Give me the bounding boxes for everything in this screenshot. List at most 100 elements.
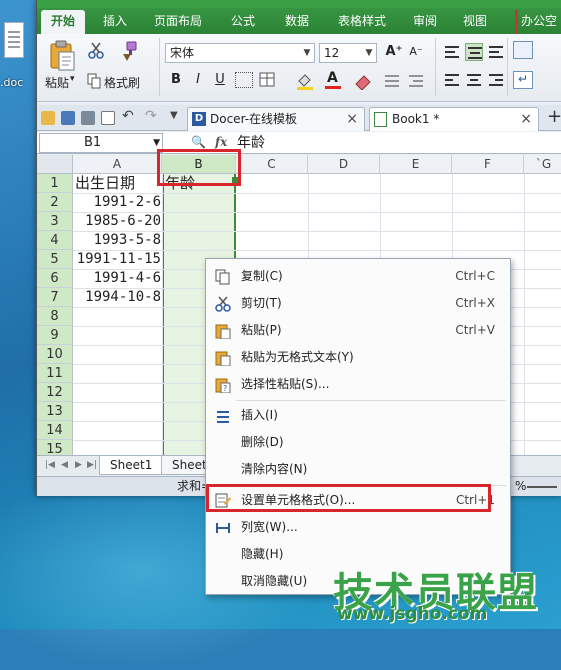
align-middle-icon[interactable] <box>465 43 483 61</box>
cell-a6[interactable]: 1991-4-6 <box>73 269 161 288</box>
border-icon[interactable] <box>235 72 253 88</box>
select-all-corner[interactable] <box>37 155 73 174</box>
menu-item-column-width[interactable]: 列宽(W)... <box>207 514 509 541</box>
undo-icon[interactable]: ↶ <box>122 108 134 124</box>
row-header-2[interactable]: 2 <box>37 193 73 212</box>
next-sheet-icon[interactable]: ▶ <box>75 460 82 470</box>
format-painter-button[interactable]: 格式刷 <box>104 74 140 91</box>
cell-a2[interactable]: 1991-2-6 <box>73 193 161 212</box>
column-header-g[interactable]: `G <box>524 155 561 174</box>
print-icon[interactable] <box>81 111 95 125</box>
menu-item-paste[interactable]: 粘贴(P) Ctrl+V <box>207 317 509 344</box>
column-header-a[interactable]: A <box>73 155 162 174</box>
merge-cells-icon[interactable] <box>513 41 533 59</box>
tab-data[interactable]: 数据 <box>275 10 319 34</box>
row-header-12[interactable]: 12 <box>37 383 73 402</box>
menu-item-copy[interactable]: 复制(C) Ctrl+C <box>207 263 509 290</box>
clear-format-icon[interactable] <box>353 72 375 91</box>
tab-page-layout[interactable]: 页面布局 <box>145 10 211 34</box>
redo-icon[interactable]: ↷ <box>145 108 157 124</box>
align-left-icon[interactable] <box>443 71 461 89</box>
menu-item-delete[interactable]: 删除(D) <box>207 429 509 456</box>
name-box[interactable]: B1 ▼ <box>39 133 163 153</box>
column-header-c[interactable]: C <box>236 155 308 174</box>
align-right-icon[interactable] <box>487 71 505 89</box>
save-icon[interactable] <box>61 111 75 125</box>
bold-button[interactable]: B <box>167 71 185 89</box>
close-icon[interactable]: × <box>520 108 532 130</box>
italic-button[interactable]: I <box>189 71 207 89</box>
fill-color-icon[interactable] <box>295 72 315 90</box>
open-folder-icon[interactable] <box>41 111 55 125</box>
paste-dropdown-icon[interactable]: ▾ <box>70 74 75 84</box>
cell-a5[interactable]: 1991-11-15 <box>73 250 161 269</box>
row-header-11[interactable]: 11 <box>37 364 73 383</box>
column-header-d[interactable]: D <box>308 155 380 174</box>
wrap-text-icon[interactable]: ↵ <box>513 71 533 89</box>
formula-input[interactable]: 年龄 <box>237 133 265 153</box>
cell-a7[interactable]: 1994-10-8 <box>73 288 161 307</box>
row-header-1[interactable]: 1 <box>37 174 73 193</box>
zoom-slider[interactable] <box>527 486 557 488</box>
shrink-font-button[interactable]: A⁻ <box>407 43 425 61</box>
first-sheet-icon[interactable]: |◀ <box>45 460 55 470</box>
char-format-icon[interactable] <box>407 72 425 90</box>
row-header-14[interactable]: 14 <box>37 421 73 440</box>
row-header-15[interactable]: 15 <box>37 440 73 455</box>
print-preview-icon[interactable] <box>101 111 115 125</box>
zoom-lookup-icon[interactable]: 🔍 <box>191 135 206 149</box>
copy-small-icon[interactable] <box>87 73 101 89</box>
tab-review[interactable]: 审阅 <box>405 10 445 34</box>
cell-a1[interactable]: 出生日期 <box>75 174 135 193</box>
sheet-tab-1[interactable]: Sheet1 <box>99 456 164 475</box>
row-header-6[interactable]: 6 <box>37 269 73 288</box>
new-tab-icon[interactable]: + <box>547 106 561 127</box>
format-painter-icon[interactable] <box>117 40 139 62</box>
menu-item-paste-as-text[interactable]: 粘贴为无格式文本(Y) <box>207 344 509 371</box>
cell-a4[interactable]: 1993-5-8 <box>73 231 161 250</box>
tab-formula[interactable]: 公式 <box>221 10 265 34</box>
fx-icon[interactable]: fx <box>215 135 227 149</box>
column-header-e[interactable]: E <box>380 155 452 174</box>
menu-item-paste-special[interactable]: ? 选择性粘贴(S)... <box>207 371 509 398</box>
close-icon[interactable]: × <box>346 108 358 130</box>
table-style-icon[interactable] <box>259 72 279 88</box>
menu-item-clear-contents[interactable]: 清除内容(N) <box>207 456 509 483</box>
font-name-select[interactable]: 宋体 ▼ <box>165 43 315 63</box>
last-sheet-icon[interactable]: ▶| <box>87 460 97 470</box>
font-size-select[interactable]: 12 ▼ <box>319 43 377 63</box>
underline-button[interactable]: U <box>211 71 229 89</box>
tab-insert[interactable]: 插入 <box>95 10 135 34</box>
tab-office-space[interactable]: 办公空 <box>515 10 561 34</box>
menu-item-insert[interactable]: 插入(I) <box>207 402 509 429</box>
row-header-4[interactable]: 4 <box>37 231 73 250</box>
font-color-icon[interactable]: A <box>323 70 343 90</box>
row-header-7[interactable]: 7 <box>37 288 73 307</box>
menu-item-cut[interactable]: 剪切(T) Ctrl+X <box>207 290 509 317</box>
row-header-10[interactable]: 10 <box>37 345 73 364</box>
align-bottom-icon[interactable] <box>487 43 505 61</box>
row-header-13[interactable]: 13 <box>37 402 73 421</box>
phonetic-icon[interactable] <box>383 72 401 90</box>
chevron-down-icon: ▼ <box>365 48 373 58</box>
tab-home[interactable]: 开始 <box>41 10 85 34</box>
align-top-icon[interactable] <box>443 43 461 61</box>
paste-button[interactable]: 粘贴 <box>45 74 69 91</box>
grow-font-button[interactable]: A⁺ <box>385 43 403 61</box>
row-header-9[interactable]: 9 <box>37 326 73 345</box>
tab-table-style[interactable]: 表格样式 <box>329 10 395 34</box>
column-header-f[interactable]: F <box>452 155 524 174</box>
quick-access-dropdown-icon[interactable]: ▼ <box>170 110 178 121</box>
paste-icon[interactable] <box>47 40 77 72</box>
cell-a3[interactable]: 1985-6-20 <box>73 212 161 231</box>
row-header-3[interactable]: 3 <box>37 212 73 231</box>
tab-view[interactable]: 视图 <box>455 10 495 34</box>
desktop-doc-icon[interactable]: .doc <box>0 22 34 94</box>
row-header-8[interactable]: 8 <box>37 307 73 326</box>
scissors-icon[interactable] <box>87 42 105 60</box>
prev-sheet-icon[interactable]: ◀ <box>61 460 68 470</box>
row-header-5[interactable]: 5 <box>37 250 73 269</box>
align-center-icon[interactable] <box>465 71 483 89</box>
doc-tab-book1[interactable]: Book1 * × <box>369 107 539 131</box>
doc-tab-docer[interactable]: D Docer-在线模板 × <box>187 107 365 131</box>
